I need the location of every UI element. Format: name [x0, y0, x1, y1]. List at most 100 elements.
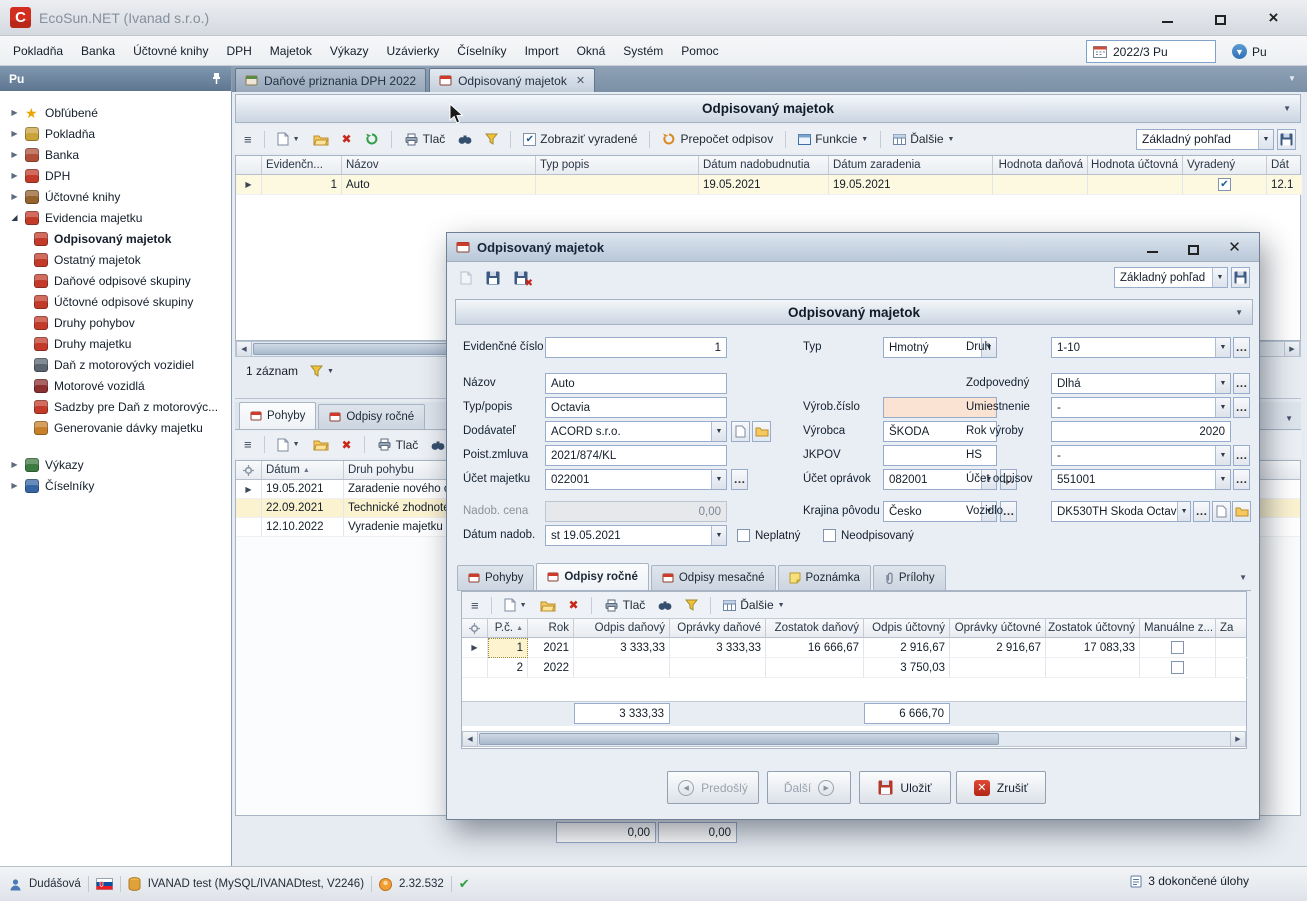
menu-import[interactable]: Import [516, 39, 568, 63]
cell-zostatok-uctovny[interactable] [1046, 658, 1140, 678]
evidencne-cislo-input[interactable]: 1 [545, 337, 727, 358]
gear-column-header[interactable] [462, 619, 488, 637]
gear-column-header[interactable] [236, 461, 262, 479]
col-opravky-danove[interactable]: Oprávky daňové [670, 619, 766, 637]
delete-record-button[interactable]: ✖ [565, 597, 583, 613]
sidebar-item-druhy-majetku[interactable]: Druhy majetku [0, 333, 231, 354]
tab-pohyby[interactable]: Pohyby [239, 402, 316, 429]
cell-dat[interactable]: 12.1 [1267, 175, 1302, 195]
tab-prilohy[interactable]: Prílohy [873, 565, 946, 590]
save-button[interactable]: Uložiť [859, 771, 951, 804]
cell-odpis-danovy[interactable]: 3 333,33 [574, 638, 670, 658]
neplatny-checkbox[interactable]: Neplatný [737, 529, 800, 542]
col-datum-zaradenia[interactable]: Dátum zaradenia [829, 156, 993, 174]
col-datum-nadobudnutia[interactable]: Dátum nadobudnutia [699, 156, 829, 174]
sidebar-item-ostatny-majetok[interactable]: Ostatný majetok [0, 249, 231, 270]
col-zostatok-danovy[interactable]: Zostatok daňový [766, 619, 864, 637]
new-record-button[interactable]: ▼ [273, 130, 304, 148]
hs-select[interactable]: -▼ [1051, 445, 1231, 466]
col-dat[interactable]: Dát [1267, 156, 1302, 174]
col-nazov[interactable]: Názov [342, 156, 536, 174]
close-icon[interactable]: × [1266, 10, 1281, 25]
cell-datum-nadobudnutia[interactable]: 19.05.2021 [699, 175, 829, 195]
tasks-status[interactable]: 3 dokončené úlohy [1130, 874, 1249, 888]
collapse-chevron-icon[interactable]: ▼ [1283, 104, 1291, 113]
sidebar-item-druhy-pohybov[interactable]: Druhy pohybov [0, 312, 231, 333]
ucet-odpisov-select[interactable]: 551001▼ [1051, 469, 1231, 490]
col-odpis-danovy[interactable]: Odpis daňový [574, 619, 670, 637]
show-discarded-toggle[interactable]: ✔Zobraziť vyradené [519, 130, 641, 148]
vozidlo-folder-button[interactable] [1232, 501, 1251, 522]
col-pc[interactable]: P.č.▲ [488, 619, 528, 637]
col-evidencne[interactable]: Evidenčn... [262, 156, 342, 174]
cell-datum[interactable]: 19.05.2021 [262, 480, 344, 499]
sidebar-item-generovanie-davky[interactable]: Generovanie dávky majetku [0, 417, 231, 438]
new-record-button[interactable] [456, 269, 476, 287]
cell-opravky-danove[interactable]: 3 333,33 [670, 638, 766, 658]
sidebar-item-sadzby[interactable]: Sadzby pre Daň z motorovýc... [0, 396, 231, 417]
rok-vyroby-input[interactable]: 2020 [1051, 421, 1231, 442]
cell-datum[interactable]: 22.09.2021 [262, 499, 344, 518]
col-odpis-uctovny[interactable]: Odpis účtovný [864, 619, 950, 637]
menu-pokladna[interactable]: Pokladňa [4, 39, 72, 63]
filter-button[interactable] [681, 597, 702, 613]
cell-zostatok-danovy[interactable]: 16 666,67 [766, 638, 864, 658]
neodpisovany-checkbox[interactable]: Neodpisovaný [823, 529, 914, 542]
sidebar-item-oblubene[interactable]: ▶★Obľúbené [0, 102, 231, 123]
cell-opravky-uctovne[interactable] [950, 658, 1046, 678]
new-record-button[interactable]: ▼ [273, 436, 304, 454]
cell-vyradeny[interactable]: ✔ [1183, 175, 1267, 195]
sidebar-item-odpisovany-majetok[interactable]: Odpisovaný majetok [0, 228, 231, 249]
cell-zostatok-uctovny[interactable]: 17 083,33 [1046, 638, 1140, 658]
new-record-button[interactable]: ▼ [500, 596, 531, 614]
tab-poznamka[interactable]: Poznámka [778, 565, 871, 590]
save-record-button[interactable] [482, 269, 504, 287]
search-button[interactable] [654, 597, 676, 613]
search-button[interactable] [454, 131, 476, 147]
col-hodnota-danova[interactable]: Hodnota daňová [993, 156, 1088, 174]
cancel-button[interactable]: ✕ Zrušiť [956, 771, 1046, 804]
column-chooser-button[interactable]: ≡ [240, 130, 256, 149]
tab-odpisy-rocne-bg[interactable]: Odpisy ročné [318, 404, 425, 429]
dodavatel-folder-button[interactable] [752, 421, 771, 442]
menu-banka[interactable]: Banka [72, 39, 124, 63]
cell-evidencne[interactable]: 1 [262, 175, 342, 195]
save-close-button[interactable]: ✖ [510, 269, 532, 287]
menu-majetok[interactable]: Majetok [261, 39, 321, 63]
recalculate-button[interactable]: Prepočet odpisov [658, 130, 777, 148]
cell-datum[interactable]: 12.10.2022 [262, 518, 344, 537]
filter-menu-button[interactable]: ▼ [310, 365, 334, 377]
sidebar-item-evidencia-majetku[interactable]: ◢Evidencia majetku [0, 207, 231, 228]
dialog-close-icon[interactable]: ✕ [1227, 240, 1242, 255]
col-datum[interactable]: Dátum▲ [262, 461, 344, 479]
cell-manualne[interactable] [1140, 638, 1216, 658]
cell-rok[interactable]: 2022 [528, 658, 574, 678]
dodavatel-detail-button[interactable] [731, 421, 750, 442]
menu-okna[interactable]: Okná [568, 39, 615, 63]
vozidlo-select[interactable]: DK530TH Škoda Octavia ...▼ [1051, 501, 1191, 522]
cell-odpis-uctovny[interactable]: 3 750,03 [864, 658, 950, 678]
vozidlo-detail-button[interactable] [1212, 501, 1231, 522]
poist-zmluva-input[interactable]: 2021/874/KL [545, 445, 727, 466]
refresh-button[interactable] [361, 130, 383, 148]
open-record-button[interactable] [309, 131, 333, 148]
more-menu-button[interactable]: Ďalšie▼ [719, 596, 788, 614]
scroll-thumb[interactable] [479, 733, 999, 745]
cell-hodnota-danova[interactable] [993, 175, 1088, 195]
dialog-tabstrip-chevron-icon[interactable]: ▼ [1239, 573, 1251, 590]
ucet-odpisov-lookup-button[interactable]: … [1233, 469, 1250, 490]
column-chooser-button[interactable]: ≡ [240, 435, 256, 454]
tab-danove-priznania[interactable]: Daňové priznania DPH 2022 [235, 68, 426, 92]
user-context-button[interactable]: ▼ Pu [1226, 40, 1273, 63]
save-view-button[interactable] [1277, 129, 1296, 150]
menu-uctovne-knihy[interactable]: Účtovné knihy [124, 39, 217, 63]
delete-record-button[interactable]: ✖ [338, 437, 356, 453]
sidebar-item-motorove-vozidla[interactable]: Motorové vozidlá [0, 375, 231, 396]
sidebar-item-vykazy[interactable]: ▶Výkazy [0, 454, 231, 475]
functions-menu-button[interactable]: Funkcie▼ [794, 130, 872, 148]
col-opravky-uctovne[interactable]: Oprávky účtovné [950, 619, 1046, 637]
cell-za[interactable] [1216, 658, 1248, 678]
cell-pc[interactable]: 2 [488, 658, 528, 678]
depreciation-row[interactable]: 2 2022 3 750,03 [462, 658, 1246, 678]
cell-manualne[interactable] [1140, 658, 1216, 678]
